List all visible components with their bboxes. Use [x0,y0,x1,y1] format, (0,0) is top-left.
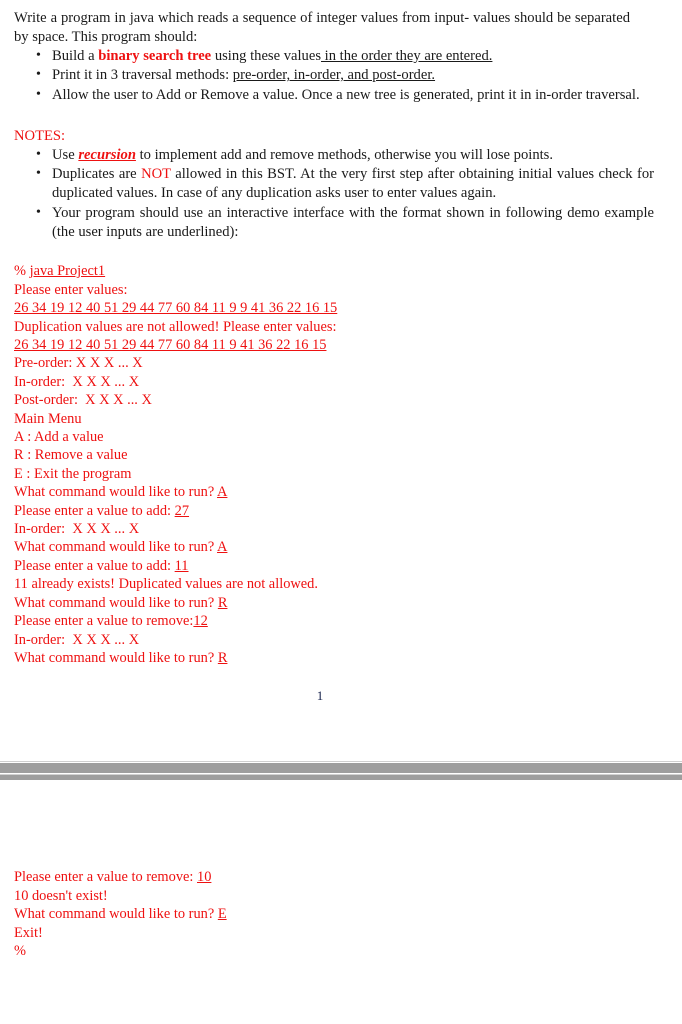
console-p1-prompt: What command would like to run? [14,649,218,666]
console-p1-prompt: What command would like to run? [14,484,218,501]
note-item: Use recursion to implement add and remov… [0,145,682,165]
console-p1-line: What command would like to run? R [14,594,682,612]
console-p2-line: Exit! [14,924,682,942]
page-break-band-upper [0,763,682,774]
console-p1-prompt: Please enter a value to remove: [14,613,194,630]
console-p2-prompt: What command would like to run? [14,906,218,923]
console-p1-line: Please enter a value to add: 27 [14,502,682,520]
console-p2-prompt: Please enter a value to remove: [14,869,198,886]
console-p1-line: A : Add a value [14,428,682,446]
console-p1-line: 26 34 19 12 40 51 29 44 77 60 84 11 9 9 … [14,299,682,317]
console-p1-user-input: R [217,649,228,666]
console-p2-prompt: % [14,942,26,959]
console-p1-line: Please enter a value to add: 11 [14,557,682,575]
note-text-pre: Duplicates are [52,166,142,183]
console-p2-user-input: E [217,906,227,923]
requirement-underlined: in the order they are entered. [321,48,493,64]
console-p2-prompt: Exit! [14,924,43,941]
requirements-list: Build a binary search tree using these v… [0,46,682,105]
console-p1-prompt: Duplication values are not allowed! Plea… [14,318,337,335]
console-p1-line: E : Exit the program [14,465,682,483]
requirement-text-mid: using these values [211,48,322,64]
console-p1-line: In-order: X X X ... X [14,520,682,538]
page-break-separator [0,760,682,782]
console-p1-prompt: Please enter a value to add: [14,502,175,519]
note-text-pre: Your program should use an interactive i… [52,204,654,241]
console-p1-prompt: Please enter a value to add: [14,557,175,574]
console-p1-line: What command would like to run? R [14,649,682,667]
console-p1-user-input: R [217,594,228,611]
page-break-hairline-top [0,761,682,763]
console-p2-line: What command would like to run? E [14,905,682,923]
requirement-text-pre: Print it in 3 traversal methods: [52,67,233,84]
console-p1-prompt: Post-order: X X X ... X [14,392,152,409]
console-p1-user-input: 27 [174,502,190,519]
note-text-pre: Use [52,146,79,163]
note-item: Duplicates are NOT allowed in this BST. … [0,164,682,204]
console-p1-line: What command would like to run? A [14,483,682,501]
console-p2-line: % [14,942,682,960]
requirement-item: Print it in 3 traversal methods: pre-ord… [0,65,682,85]
demo-console-page-1: % java Project1 Please enter values: 26 34… [0,262,682,667]
console-p1-prompt: In-order: X X X ... X [14,521,140,538]
note-emphasis-not: NOT [141,166,171,183]
console-p1-user-input: 12 [193,613,208,630]
note-item: Your program should use an interactive i… [0,203,682,243]
requirement-text-pre: Build a [52,48,99,64]
console-p1-user-input: A [217,539,228,556]
notes-heading: NOTES: [14,127,66,144]
console-p1-user-input: 26 34 19 12 40 51 29 44 77 60 84 11 9 41… [14,337,327,353]
console-p2-line: 10 doesn't exist! [14,887,682,905]
console-p1-line: What command would like to run? A [14,538,682,556]
console-p1-prompt: R : Remove a value [14,447,128,464]
console-p1-line: Please enter values: [14,281,682,299]
requirement-item: Build a binary search tree using these v… [0,46,682,66]
assignment-document: Write a program in java which reads a se… [0,0,682,960]
page-break-band-lower [0,775,682,781]
console-p1-prompt: 11 already exists! Duplicated values are… [14,576,318,593]
console-p1-line: 11 already exists! Duplicated values are… [14,575,682,593]
console-p1-line: Post-order: X X X ... X [14,391,682,409]
console-p1-line: In-order: X X X ... X [14,631,682,649]
console-p1-user-input: java Project1 [29,263,106,280]
console-p1-line: Please enter a value to remove:12 [14,612,682,630]
console-p1-line: In-order: X X X ... X [14,373,682,391]
console-p1-prompt: Pre-order: X X X ... X [14,355,143,372]
console-p1-prompt: What command would like to run? [14,594,218,611]
intro-paragraph: Write a program in java which reads a se… [14,10,630,45]
console-p1-line: R : Remove a value [14,446,682,464]
console-p1-user-input: 11 [174,557,189,574]
console-p1-prompt: A : Add a value [14,429,104,446]
console-p1-line: % java Project1 [14,262,682,280]
console-p1-line: 26 34 19 12 40 51 29 44 77 60 84 11 9 41… [14,336,682,354]
console-p1-prompt: Please enter values: [14,281,128,298]
requirement-item: Allow the user to Add or Remove a value.… [0,85,682,105]
notes-list: Use recursion to implement add and remov… [0,145,682,243]
console-p2-user-input: 10 [197,869,212,886]
demo-console-page-2: Please enter a value to remove: 10 10 doe… [0,868,682,960]
console-p1-line: Pre-order: X X X ... X [14,354,682,372]
requirement-text-pre: Allow the user to Add or Remove a value.… [52,86,640,103]
note-emphasis-recursion: recursion [78,146,136,163]
console-p1-line: Main Menu [14,410,682,428]
page-number: 1 [316,688,324,704]
note-text-post: to implement add and remove methods, oth… [135,146,554,163]
console-p1-prompt: In-order: X X X ... X [14,631,140,648]
console-p1-prompt: In-order: X X X ... X [14,373,140,390]
console-p1-prompt: % [14,263,30,280]
console-p1-user-input: 26 34 19 12 40 51 29 44 77 60 84 11 9 9 … [14,300,338,317]
console-p1-prompt: What command would like to run? [14,539,218,556]
console-p2-line: Please enter a value to remove: 10 [14,868,682,886]
console-p1-prompt: E : Exit the program [14,465,132,482]
console-p1-line: Duplication values are not allowed! Plea… [14,318,682,336]
console-p2-prompt: 10 doesn't exist! [14,887,108,904]
console-p1-user-input: A [217,484,228,501]
console-p1-prompt: Main Menu [14,410,82,427]
requirement-underlined: pre-order, in-order, and post-order. [232,67,436,84]
requirement-emphasis: binary search tree [98,48,212,64]
